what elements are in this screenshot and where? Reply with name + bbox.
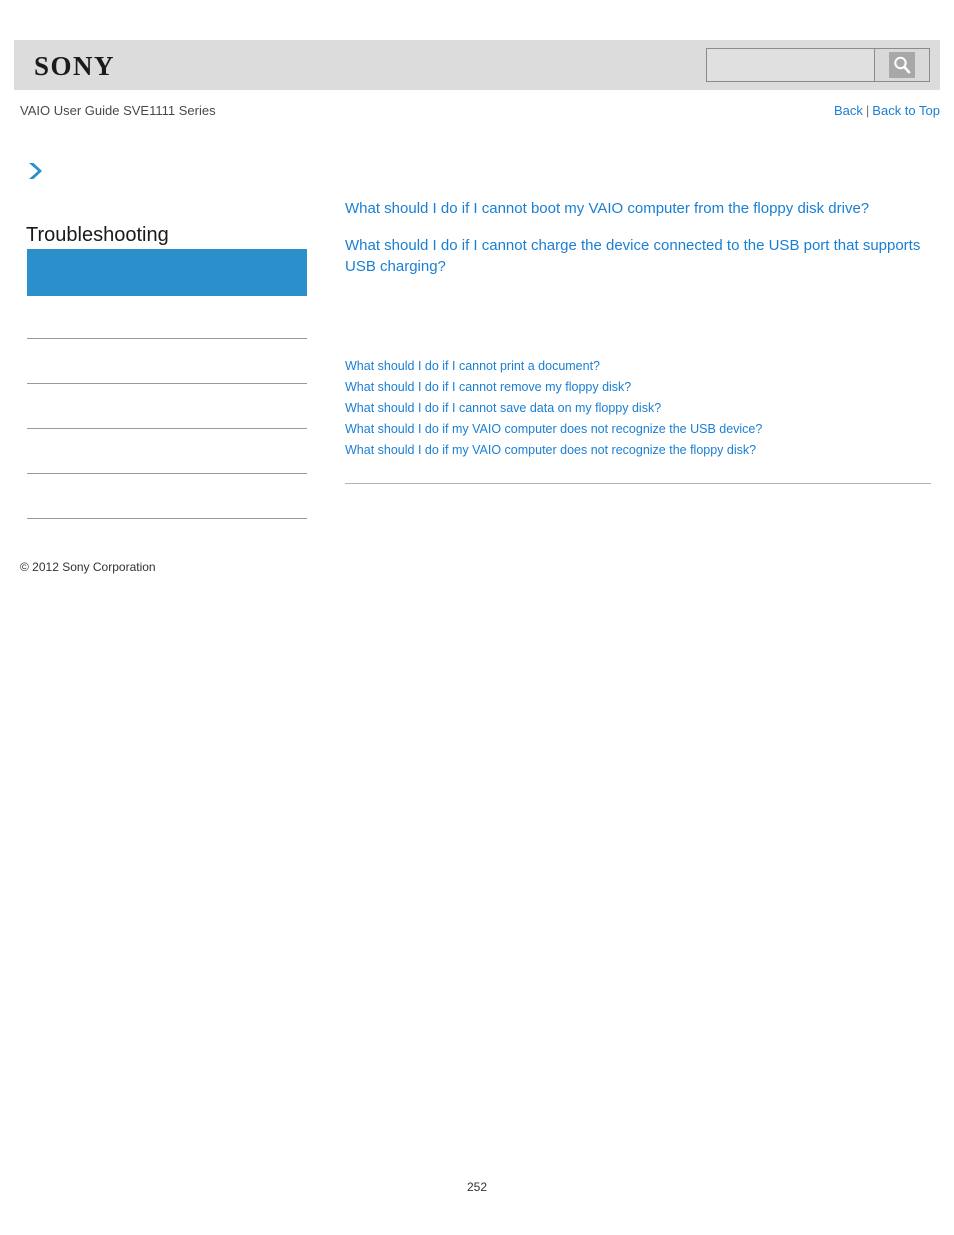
topic-link-1[interactable]: What should I do if I cannot print a doc…: [345, 356, 931, 377]
sony-logo: SONY: [34, 51, 116, 81]
page-title: Troubleshooting: [26, 224, 169, 246]
topic-link-4[interactable]: What should I do if my VAIO computer doe…: [345, 419, 931, 440]
topic-link-2[interactable]: What should I do if I cannot remove my f…: [345, 377, 931, 398]
sidebar-item-5[interactable]: [27, 474, 307, 519]
featured-link-list: What should I do if I cannot boot my VAI…: [345, 198, 931, 277]
guide-title: VAIO User Guide SVE1111 Series: [20, 103, 216, 118]
back-to-top-link[interactable]: Back to Top: [872, 103, 940, 118]
nav-separator: |: [865, 103, 870, 118]
sidebar-item-3[interactable]: [27, 384, 307, 429]
sidebar-item-1[interactable]: [27, 296, 307, 339]
sidebar-item-active[interactable]: [27, 249, 307, 296]
sidebar-nav: [27, 249, 307, 519]
topic-link-list: What should I do if I cannot print a doc…: [345, 356, 931, 461]
header-nav: Back | Back to Top: [834, 102, 940, 119]
copyright-notice: © 2012 Sony Corporation: [20, 560, 156, 574]
chevron-right-icon[interactable]: [24, 160, 46, 182]
content-divider: [345, 483, 931, 484]
site-header: SONY: [14, 40, 940, 90]
search-button[interactable]: [874, 48, 930, 82]
search-input[interactable]: [706, 48, 874, 82]
search-area: [706, 48, 930, 82]
featured-link-1[interactable]: What should I do if I cannot boot my VAI…: [345, 198, 931, 219]
search-icon: [889, 52, 915, 78]
topic-link-3[interactable]: What should I do if I cannot save data o…: [345, 398, 931, 419]
topic-link-5[interactable]: What should I do if my VAIO computer doe…: [345, 440, 931, 461]
featured-link-2[interactable]: What should I do if I cannot charge the …: [345, 235, 931, 277]
back-link[interactable]: Back: [834, 103, 863, 118]
sidebar-item-4[interactable]: [27, 429, 307, 474]
page-number: 252: [466, 1180, 488, 1194]
sidebar-item-2[interactable]: [27, 339, 307, 384]
